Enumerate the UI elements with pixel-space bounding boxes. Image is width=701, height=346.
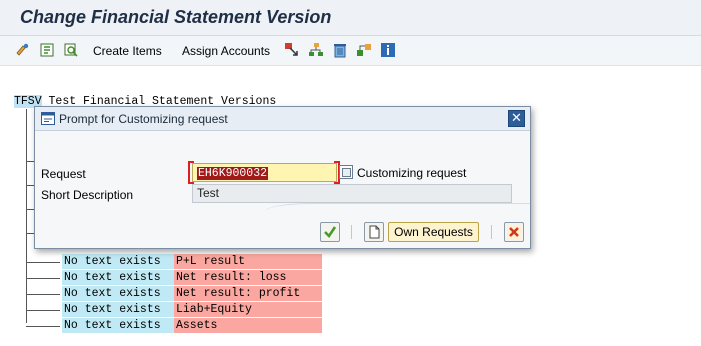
checkmark-icon xyxy=(324,226,337,239)
delete-icon[interactable] xyxy=(332,42,348,58)
assign-accounts-button[interactable]: Assign Accounts xyxy=(182,44,270,58)
title-bar: Change Financial Statement Version xyxy=(0,0,701,36)
cancel-icon xyxy=(507,225,521,239)
request-type-text: Customizing request xyxy=(357,166,467,180)
short-description-label: Short Description xyxy=(41,188,134,202)
info-icon[interactable] xyxy=(380,42,396,58)
hierarchy-icon[interactable] xyxy=(308,42,324,58)
create-items-button[interactable]: Create Items xyxy=(93,44,162,58)
dialog-window-icon xyxy=(41,112,55,125)
glasses-icon[interactable] xyxy=(15,42,31,58)
node-item: Assets xyxy=(174,318,322,333)
separator xyxy=(351,225,352,239)
node-item: Liab+Equity xyxy=(174,302,322,317)
dialog-title: Prompt for Customizing request xyxy=(59,112,228,126)
dialog-header[interactable]: Prompt for Customizing request ✕ xyxy=(35,107,530,131)
short-description-field[interactable]: Test xyxy=(192,184,512,203)
divider xyxy=(335,203,530,204)
application-toolbar: Create Items Assign Accounts xyxy=(0,36,701,66)
customizing-request-dialog: Prompt for Customizing request ✕ Request… xyxy=(34,106,531,249)
value-help-icon[interactable] xyxy=(339,165,353,179)
node-item: P+L result xyxy=(174,254,322,269)
own-requests-button[interactable]: Own Requests xyxy=(388,222,479,242)
structure-icon[interactable] xyxy=(39,42,55,58)
page-title: Change Financial Statement Version xyxy=(20,7,332,27)
find-icon[interactable] xyxy=(63,42,79,58)
select-icon[interactable] xyxy=(284,42,300,58)
node-item: Net result: profit xyxy=(174,286,322,301)
node-item: Net result: loss xyxy=(174,270,322,285)
request-label: Request xyxy=(41,167,86,181)
close-icon[interactable]: ✕ xyxy=(508,110,525,127)
cancel-button[interactable] xyxy=(504,222,524,242)
tree-connector xyxy=(26,109,27,323)
request-value: EH6K900032 xyxy=(197,167,269,180)
request-input[interactable]: EH6K900032 xyxy=(192,163,337,182)
separator xyxy=(491,225,492,239)
continue-button[interactable] xyxy=(320,222,340,242)
new-document-icon xyxy=(369,225,380,239)
create-request-button[interactable] xyxy=(364,222,384,242)
reassign-icon[interactable] xyxy=(356,42,372,58)
divider xyxy=(265,203,345,217)
